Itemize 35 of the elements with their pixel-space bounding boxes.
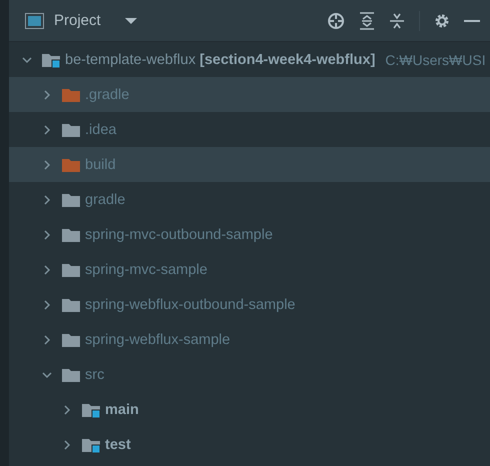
folder-name: .idea — [85, 122, 116, 138]
project-path: C:₩Users₩USI — [385, 52, 486, 68]
folder-icon — [61, 366, 81, 382]
folder-icon — [61, 122, 81, 138]
folder-icon — [61, 296, 81, 312]
folder-name: gradle — [85, 192, 126, 208]
minimize-icon[interactable] — [464, 18, 480, 22]
panel-title[interactable]: Project — [54, 12, 101, 29]
folder-name: build — [85, 156, 116, 172]
folder-name: spring-webflux-outbound-sample — [85, 296, 296, 312]
window-icon — [25, 12, 44, 28]
folder-name: test — [105, 436, 131, 452]
folder-icon — [61, 262, 81, 278]
folder-name: spring-webflux-sample — [85, 332, 230, 348]
module-folder-icon — [41, 52, 61, 68]
tree-row[interactable]: build — [9, 147, 490, 182]
module-folder-icon — [81, 436, 101, 452]
project-name: be-template-webflux [section4-week4-webflux] — [65, 52, 376, 68]
folder-name: src — [85, 366, 104, 382]
settings-icon[interactable] — [434, 12, 450, 28]
folder-icon — [61, 156, 81, 172]
folder-icon — [61, 226, 81, 242]
folder-name: main — [105, 402, 139, 418]
locate-icon[interactable] — [327, 12, 345, 30]
folder-icon — [61, 332, 81, 348]
module-folder-icon — [81, 402, 101, 418]
expand-all-icon[interactable] — [359, 12, 375, 30]
folder-name: .gradle — [85, 86, 130, 102]
dropdown-caret-icon[interactable] — [124, 16, 137, 24]
tree-row[interactable]: .gradle — [9, 77, 490, 112]
folder-icon — [61, 86, 81, 102]
collapse-all-icon[interactable] — [389, 12, 405, 30]
folder-name: spring-mvc-sample — [85, 262, 208, 278]
folder-icon — [61, 192, 81, 208]
folder-name: spring-mvc-outbound-sample — [85, 226, 273, 242]
